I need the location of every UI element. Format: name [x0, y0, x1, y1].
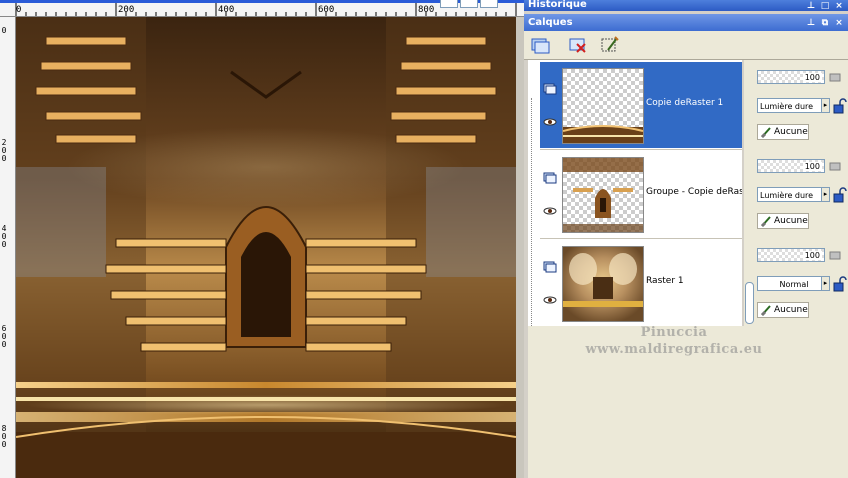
dropdown-arrow-icon[interactable]: ▸ — [821, 276, 830, 291]
ruler-label: 0 — [1, 154, 7, 163]
opacity-slider-icon[interactable] — [827, 248, 843, 262]
watermark-line: www.maldiregrafica.eu — [585, 342, 763, 357]
ruler-label: 0 — [1, 432, 7, 441]
opacity-slider-icon[interactable] — [827, 70, 843, 84]
restore-icon[interactable]: □ — [820, 1, 830, 11]
ruler-label: 0 — [1, 232, 7, 241]
layer-row[interactable]: Copie deRaster 1 — [540, 62, 742, 148]
blend-mode-value: Lumière dure — [760, 191, 814, 200]
layers-palette-titlebar[interactable]: Calques ⊥ ⧉ × — [524, 14, 848, 31]
pin-icon[interactable]: ⊥ — [806, 1, 816, 11]
layers-title: Calques — [528, 17, 573, 28]
restore-icon[interactable]: ⧉ — [820, 18, 830, 28]
delete-layer-icon[interactable] — [568, 35, 588, 55]
watermark: Pinuccia www.maldiregrafica.eu — [564, 324, 784, 358]
lock-icon[interactable] — [833, 98, 847, 114]
layer-properties: 100 Lumière dure ▸ Aucune — [757, 153, 847, 239]
dropdown-arrow-icon[interactable]: ▸ — [821, 98, 830, 113]
layer-visibility-icon[interactable] — [543, 260, 557, 273]
layer-thumbnail — [562, 157, 644, 233]
ruler-label: 8 — [1, 424, 7, 433]
blend-mode-value: Normal — [779, 280, 809, 289]
eye-icon[interactable] — [543, 296, 557, 304]
layers-toolbar — [524, 31, 848, 60]
mask-button[interactable]: Aucune — [757, 213, 809, 229]
ruler-label: 0 — [1, 146, 7, 155]
window-controls[interactable] — [440, 0, 500, 8]
ruler-label: 0 — [1, 26, 7, 35]
document-border — [516, 17, 524, 478]
mask-brush-icon — [760, 216, 771, 227]
scrollbar-thumb[interactable] — [745, 282, 754, 324]
layer-name: Raster 1 — [646, 276, 684, 286]
lock-icon[interactable] — [833, 276, 847, 292]
eye-icon[interactable] — [543, 118, 557, 126]
ruler-label: 0 — [1, 332, 7, 341]
ruler-label: 6 — [1, 324, 7, 333]
new-layer-icon[interactable] — [530, 35, 550, 55]
opacity-slider-icon[interactable] — [827, 159, 843, 173]
layers-list[interactable]: Copie deRaster 1 Groupe - Copie deRaste — [528, 60, 742, 326]
canvas-image — [16, 17, 516, 478]
opacity-value: 100 — [802, 73, 822, 82]
history-title: Historique — [528, 0, 587, 10]
ruler-vertical: 0 2 0 0 4 0 0 6 0 0 8 0 0 — [0, 17, 16, 478]
mask-label: Aucune — [774, 216, 808, 226]
row-divider — [540, 238, 742, 239]
close-icon[interactable]: × — [834, 18, 844, 28]
scroll-button[interactable] — [460, 0, 478, 8]
watermark-line: Pinuccia — [640, 325, 708, 340]
layer-visibility-icon[interactable] — [543, 171, 557, 184]
blend-mode-select[interactable]: Normal — [757, 276, 829, 291]
document-canvas[interactable] — [16, 17, 516, 478]
ruler-label: 0 — [1, 440, 7, 449]
layer-properties-column: 100 Lumière dure ▸ Aucune 100 Lumière du… — [754, 60, 848, 326]
layer-properties-icon[interactable] — [600, 35, 620, 55]
layer-name: Groupe - Copie deRaster — [646, 187, 742, 197]
row-divider — [540, 149, 742, 150]
history-palette-titlebar[interactable]: Historique ⊥ □ × — [524, 0, 848, 11]
opacity-field[interactable]: 100 — [757, 248, 825, 262]
mask-label: Aucune — [774, 305, 808, 315]
layer-row[interactable]: Groupe - Copie deRaster — [540, 151, 742, 237]
mask-label: Aucune — [774, 127, 808, 137]
opacity-field[interactable]: 100 — [757, 159, 825, 173]
eye-icon[interactable] — [543, 207, 557, 215]
blend-mode-select[interactable]: Lumière dure — [757, 187, 829, 202]
mask-button[interactable]: Aucune — [757, 124, 809, 140]
layer-thumbnail — [562, 68, 644, 144]
group-connector — [531, 98, 536, 326]
close-icon[interactable]: × — [834, 1, 844, 11]
ruler-label: 4 — [1, 224, 7, 233]
layer-row[interactable]: Raster 1 — [540, 240, 742, 326]
layer-name: Copie deRaster 1 — [646, 98, 724, 108]
blend-mode-select[interactable]: Lumière dure — [757, 98, 829, 113]
layer-visibility-icon[interactable] — [543, 82, 557, 95]
mask-button[interactable]: Aucune — [757, 302, 809, 318]
scroll-button[interactable] — [440, 0, 458, 8]
ruler-label: 0 — [1, 240, 7, 249]
layer-properties: 100 Lumière dure ▸ Aucune — [757, 64, 847, 150]
dropdown-arrow-icon[interactable]: ▸ — [821, 187, 830, 202]
mask-brush-icon — [760, 305, 771, 316]
ruler-label: 0 — [1, 340, 7, 349]
layers-scrollbar[interactable] — [744, 60, 754, 326]
blend-mode-value: Lumière dure — [760, 102, 814, 111]
layer-properties: 100 Normal ▸ Aucune — [757, 242, 847, 328]
layer-thumbnail — [562, 246, 644, 322]
opacity-value: 100 — [802, 162, 822, 171]
pin-icon[interactable]: ⊥ — [806, 18, 816, 28]
scroll-button[interactable] — [480, 0, 498, 8]
opacity-value: 100 — [802, 251, 822, 260]
lock-icon[interactable] — [833, 187, 847, 203]
mask-brush-icon — [760, 127, 771, 138]
opacity-field[interactable]: 100 — [757, 70, 825, 84]
ruler-label: 2 — [1, 138, 7, 147]
